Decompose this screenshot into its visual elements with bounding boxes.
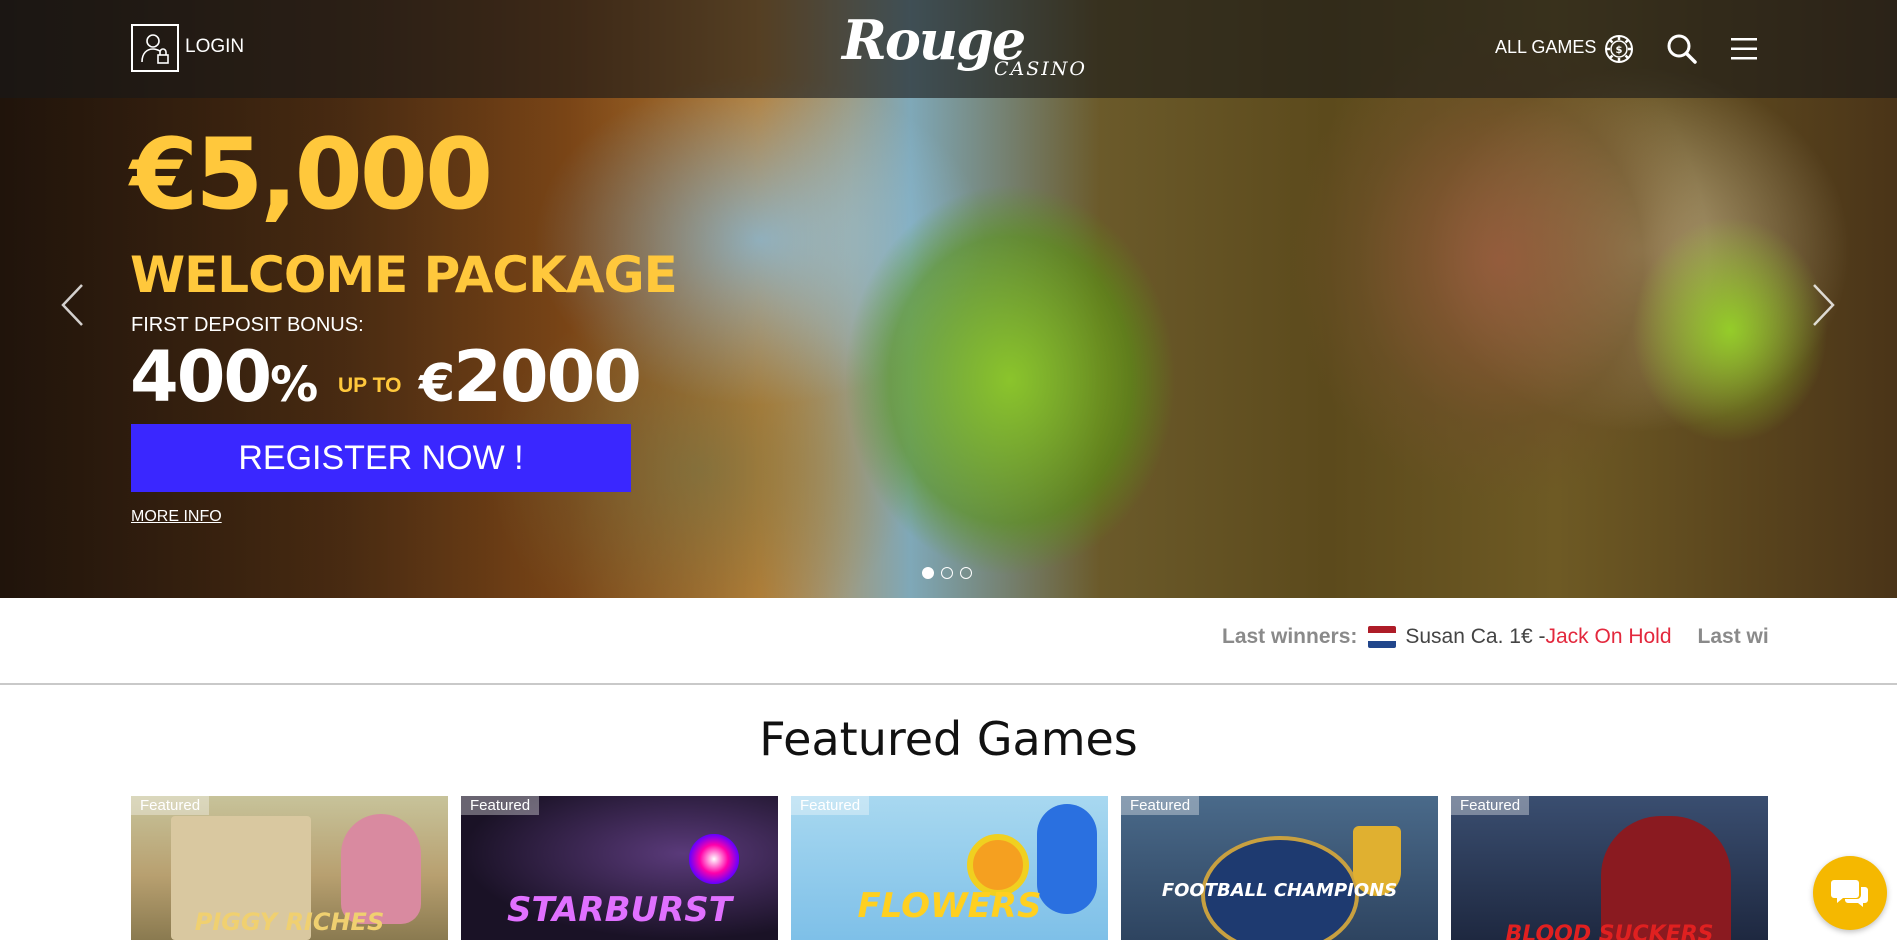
hero-banner: LOGIN Rouge CASINO ALL GAMES $ €5,000 WE… [0,0,1897,598]
first-deposit-label: FIRST DEPOSIT BONUS: [131,314,364,336]
chip-icon[interactable]: $ [1604,34,1634,64]
featured-badge: Featured [1121,796,1200,815]
winner-name: Susan Ca. 1€ - [1405,625,1546,648]
up-to-label: UP TO [338,374,402,397]
carousel-prev-arrow[interactable] [60,283,84,327]
more-info-link[interactable]: MORE INFO [131,508,222,526]
last-winners-label: Last winners: [1222,625,1358,648]
game-card-piggy-riches[interactable]: Featured PIGGY RICHES [131,796,448,940]
featured-badge: Featured [1451,796,1530,815]
game-card-blood-suckers[interactable]: Featured BLOOD SUCKERS [1451,796,1768,940]
game-logo: STARBURST [507,890,732,930]
netherlands-flag-icon [1368,626,1397,648]
winners-track: Last winners: Susan Ca. 1€ - Jack On Hol… [1222,625,1768,649]
featured-badge: Featured [461,796,540,815]
last-winners-label-repeat: Last winners: [1697,625,1768,648]
login-label[interactable]: LOGIN [185,36,244,58]
svg-text:$: $ [1616,45,1623,56]
hamburger-menu-icon[interactable] [1731,37,1757,61]
featured-badge: Featured [131,796,210,815]
carousel-dots [922,567,972,579]
game-card-flowers[interactable]: Featured FLOWERS [791,796,1108,940]
bonus-max-amount: €2000 [419,336,642,418]
winners-ticker-viewport: Last winners: Susan Ca. 1€ - Jack On Hol… [1222,598,1768,683]
chat-icon [1831,880,1868,907]
game-card-football-champions[interactable]: Featured FOOTBALL CHAMPIONS [1121,796,1438,940]
game-logo: FLOWERS [857,886,1042,926]
login-button[interactable] [131,24,179,72]
register-now-button[interactable]: REGISTER NOW ! [131,424,631,492]
logo-sub-text: CASINO [994,58,1087,80]
promo-amount: €5,000 [130,118,493,232]
bonus-percent: 400% [130,336,318,418]
all-games-link[interactable]: ALL GAMES [1495,37,1596,58]
featured-games-title: Featured Games [759,712,1138,766]
winner-game-link[interactable]: Jack On Hold [1545,625,1671,649]
top-navigation-bar: LOGIN Rouge CASINO ALL GAMES $ [0,0,1897,98]
game-logo: FOOTBALL CHAMPIONS [1161,880,1398,901]
game-card-starburst[interactable]: Featured STARBURST [461,796,778,940]
carousel-dot[interactable] [960,567,972,579]
carousel-dot[interactable] [922,567,934,579]
carousel-dot[interactable] [941,567,953,579]
live-chat-button[interactable] [1813,856,1887,930]
game-logo: BLOOD SUCKERS [1505,922,1714,940]
search-icon[interactable] [1666,33,1698,65]
game-logo: PIGGY RICHES [194,908,385,936]
promo-headline: WELCOME PACKAGE [130,246,678,304]
rouge-casino-logo[interactable]: Rouge CASINO [842,8,1085,88]
user-lock-icon [141,34,169,64]
featured-badge: Featured [791,796,870,815]
last-winners-ticker: Last winners: Susan Ca. 1€ - Jack On Hol… [0,598,1897,685]
carousel-next-arrow[interactable] [1812,283,1836,327]
